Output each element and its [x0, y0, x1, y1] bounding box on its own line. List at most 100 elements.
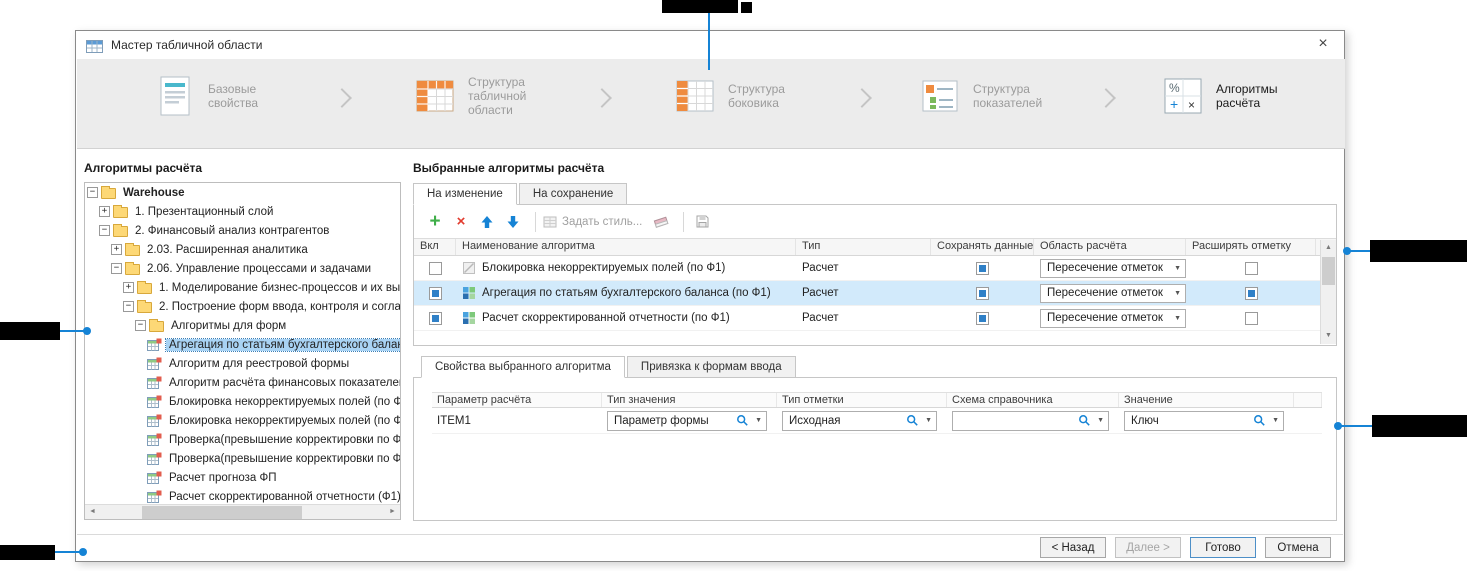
tree-expander-icon[interactable]: − [123, 301, 134, 312]
tree-item[interactable]: +1. Моделирование бизнес-процессов и их … [85, 278, 400, 297]
tree-item[interactable]: −Warehouse [85, 183, 400, 202]
tab-on-change[interactable]: На изменение [413, 183, 517, 205]
step-sidehead-structure[interactable]: Структура боковика [672, 73, 824, 119]
column-header[interactable]: Вкл [414, 239, 456, 255]
calc-area-combo[interactable]: Пересечение отметок▼ [1040, 284, 1186, 303]
tab-input-forms-binding[interactable]: Привязка к формам ввода [627, 356, 796, 378]
tree-item[interactable]: −2. Финансовый анализ контрагентов [85, 221, 400, 240]
magnifier-icon[interactable] [736, 414, 749, 427]
column-header[interactable]: Сохранять данные [931, 239, 1034, 255]
scroll-up-button[interactable]: ▲ [1321, 240, 1336, 256]
tree-item[interactable]: Расчет скорректированной отчетности (Ф1) [85, 487, 400, 504]
tree-item[interactable]: +2.03. Расширенная аналитика [85, 240, 400, 259]
tree-expander-icon[interactable]: − [87, 187, 98, 198]
dictionary-schema-combo[interactable]: ▼ [952, 411, 1109, 431]
tree-expander-icon[interactable]: + [99, 206, 110, 217]
next-button[interactable]: Далее > [1115, 537, 1181, 558]
scroll-right-button[interactable]: ► [385, 505, 400, 520]
magnifier-icon[interactable] [1078, 414, 1091, 427]
tree-item[interactable]: Блокировка некорректируемых полей (по Ф2… [85, 411, 400, 430]
scroll-down-button[interactable]: ▼ [1321, 328, 1336, 344]
chevron-down-icon[interactable]: ▼ [925, 417, 932, 424]
magnifier-icon[interactable] [1253, 414, 1266, 427]
save-data-checkbox[interactable] [976, 262, 989, 275]
tree-item[interactable]: Проверка(превышение корректировки по Ф2) [85, 449, 400, 468]
tree-item[interactable]: Алгоритм расчёта финансовых показателей [85, 373, 400, 392]
tree-item-label: 2.06. Управление процессами и задачами [144, 263, 374, 275]
tab-algorithm-properties[interactable]: Свойства выбранного алгоритма [421, 356, 625, 378]
tree-expander-icon[interactable]: − [135, 320, 146, 331]
tree-expander-icon[interactable]: + [111, 244, 122, 255]
tree-item[interactable]: Алгоритм для реестровой формы [85, 354, 400, 373]
tree-horizontal-scrollbar[interactable]: ◄ ► [85, 504, 400, 519]
column-header[interactable]: Тип отметки [777, 393, 947, 407]
algorithm-row[interactable]: Расчет скорректированной отчетности (по … [414, 306, 1336, 331]
chevron-down-icon[interactable]: ▼ [755, 417, 762, 424]
enabled-checkbox[interactable] [429, 312, 442, 325]
enabled-checkbox[interactable] [429, 287, 442, 300]
scrollbar-track[interactable] [100, 505, 385, 519]
back-button[interactable]: < Назад [1040, 537, 1106, 558]
expand-mark-checkbox[interactable] [1245, 262, 1258, 275]
save-data-checkbox[interactable] [976, 287, 989, 300]
column-header[interactable]: Область расчёта [1034, 239, 1186, 255]
step-calculation-algorithms[interactable]: % + × Алгоритмы расчёта [1160, 73, 1312, 119]
step-basic-properties[interactable]: Базовые свойства [152, 73, 304, 119]
calc-area-combo[interactable]: Пересечение отметок▼ [1040, 259, 1186, 278]
column-header[interactable]: Тип значения [602, 393, 777, 407]
delete-algorithm-button[interactable]: × [450, 211, 472, 233]
tree-expander-icon[interactable]: − [99, 225, 110, 236]
column-header[interactable]: Параметр расчёта [432, 393, 602, 407]
set-style-button[interactable]: Задать стиль... [543, 215, 642, 229]
chevron-down-icon[interactable]: ▼ [1174, 290, 1181, 297]
column-header[interactable]: Расширять отметку [1186, 239, 1316, 255]
algorithm-row[interactable]: Блокировка некорректируемых полей (по Ф1… [414, 256, 1336, 281]
scrollbar-thumb[interactable] [1322, 257, 1335, 285]
tree-item-label: Алгоритмы для форм [168, 320, 289, 332]
algorithm-row[interactable]: Агрегация по статьям бухгалтерского бала… [414, 281, 1336, 306]
properties-row[interactable]: ITEM1 Параметр формы ▼ Исход [432, 408, 1322, 434]
value-combo[interactable]: Ключ ▼ [1124, 411, 1284, 431]
tree-expander-icon[interactable]: − [111, 263, 122, 274]
tree-expander-icon[interactable]: + [123, 282, 134, 293]
close-button[interactable]: × [1312, 34, 1334, 56]
step-indicators-structure[interactable]: Структура показателей [917, 73, 1069, 119]
grid-vertical-scrollbar[interactable]: ▲ ▼ [1320, 240, 1336, 344]
chevron-down-icon[interactable]: ▼ [1272, 417, 1279, 424]
step-table-area-structure[interactable]: Структура табличной области [412, 73, 564, 119]
tree-item[interactable]: − Алгоритмы для форм [85, 316, 400, 335]
tree-item[interactable]: Расчет прогноза ФП [85, 468, 400, 487]
scroll-left-button[interactable]: ◄ [85, 505, 100, 520]
expand-mark-checkbox[interactable] [1245, 312, 1258, 325]
chevron-down-icon[interactable]: ▼ [1097, 417, 1104, 424]
chevron-down-icon[interactable]: ▼ [1174, 315, 1181, 322]
clear-style-button[interactable] [650, 211, 672, 233]
save-button[interactable] [691, 211, 713, 233]
add-algorithm-button[interactable]: + [424, 211, 446, 233]
calc-area-combo[interactable]: Пересечение отметок▼ [1040, 309, 1186, 328]
save-data-checkbox[interactable] [976, 312, 989, 325]
tree-item[interactable]: − 2.06. Управление процессами и задачами [85, 259, 400, 278]
column-header[interactable]: Тип [796, 239, 931, 255]
magnifier-icon[interactable] [906, 414, 919, 427]
expand-mark-checkbox[interactable] [1245, 287, 1258, 300]
tree-item[interactable]: Агрегация по статьям бухгалтерского бала… [85, 335, 400, 354]
column-header[interactable]: Схема справочника [947, 393, 1119, 407]
tree-item-label: Блокировка некорректируемых полей (по Ф1… [166, 396, 400, 408]
scrollbar-thumb[interactable] [142, 506, 302, 519]
enabled-checkbox[interactable] [429, 262, 442, 275]
move-down-button[interactable] [502, 211, 524, 233]
column-header[interactable]: Значение [1119, 393, 1294, 407]
tree-item[interactable]: +1. Презентационный слой [85, 202, 400, 221]
value-type-combo[interactable]: Параметр формы ▼ [607, 411, 767, 431]
mark-type-combo[interactable]: Исходная ▼ [782, 411, 937, 431]
tree-item[interactable]: Блокировка некорректируемых полей (по Ф1… [85, 392, 400, 411]
move-up-button[interactable] [476, 211, 498, 233]
finish-button[interactable]: Готово [1190, 537, 1256, 558]
chevron-down-icon[interactable]: ▼ [1174, 265, 1181, 272]
tree-item[interactable]: −2. Построение форм ввода, контроля и со… [85, 297, 400, 316]
tree-item[interactable]: Проверка(превышение корректировки по Ф1) [85, 430, 400, 449]
tab-on-save[interactable]: На сохранение [519, 183, 628, 205]
cancel-button[interactable]: Отмена [1265, 537, 1331, 558]
column-header[interactable]: Наименование алгоритма [456, 239, 796, 255]
